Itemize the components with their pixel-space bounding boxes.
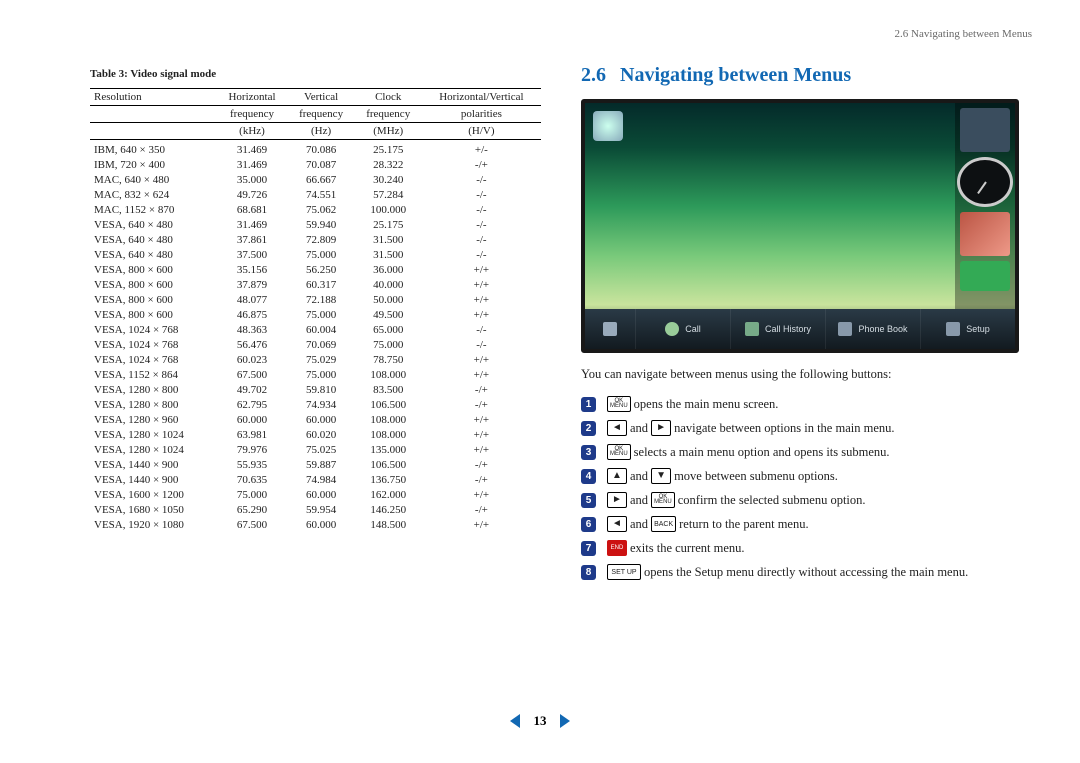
recycle-bin-icon	[593, 111, 623, 141]
table-row: VESA, 1280 × 80062.79574.934106.500-/+	[90, 398, 541, 413]
table-row: VESA, 1600 × 120075.00060.000162.000+/+	[90, 488, 541, 503]
th-vfreq: Vertical	[288, 89, 355, 106]
menu-dock: Call Call History Phone Book Setup	[585, 309, 1015, 349]
step-4: 4 ▲ and ▼ move between submenu options.	[581, 468, 1032, 484]
step-badge: 7	[581, 541, 596, 556]
running-head: 2.6 Navigating between Menus	[895, 28, 1032, 40]
back-key-icon: BACK	[651, 516, 676, 532]
left-key-icon: ◄	[607, 420, 627, 436]
end-key-icon: END	[607, 540, 627, 556]
step-7: 7 END exits the current menu.	[581, 540, 1032, 556]
sidebar-gadgets	[955, 103, 1015, 309]
screenshot-figure: Call Call History Phone Book Setup	[581, 99, 1019, 353]
steps-list: 1 OKMENU opens the main menu screen. 2 ◄…	[581, 396, 1032, 580]
setup-key-icon: SET UP	[607, 564, 641, 580]
next-page-icon[interactable]	[560, 714, 570, 728]
dock-history: Call History	[730, 309, 825, 349]
table-row: VESA, 1920 × 108067.50060.000148.500+/+	[90, 518, 541, 533]
weather-icon	[960, 261, 1010, 291]
step-8: 8 SET UP opens the Setup menu directly w…	[581, 564, 1032, 580]
dock-call: Call	[635, 309, 730, 349]
step-1: 1 OKMENU opens the main menu screen.	[581, 396, 1032, 412]
table-row: VESA, 1680 × 105065.29059.954146.250-/+	[90, 503, 541, 518]
step-badge: 6	[581, 517, 596, 532]
clock-icon	[957, 157, 1013, 207]
table-row: VESA, 1024 × 76856.47670.06975.000-/-	[90, 338, 541, 353]
dock-home	[585, 309, 635, 349]
step-6: 6 ◄ and BACK return to the parent menu.	[581, 516, 1032, 532]
th-clock: Clock	[355, 89, 422, 106]
section-name: Navigating between Menus	[620, 64, 851, 86]
right-key-icon: ►	[651, 420, 671, 436]
table-row: VESA, 640 × 48031.46959.94025.175-/-	[90, 218, 541, 233]
pager: 13	[0, 712, 1080, 729]
step-5: 5 ► and OKMENU confirm the selected subm…	[581, 492, 1032, 508]
ok-menu-key-icon: OKMENU	[607, 444, 631, 460]
table-row: VESA, 1024 × 76860.02375.02978.750+/+	[90, 353, 541, 368]
table-row: VESA, 1280 × 96060.00060.000108.000+/+	[90, 413, 541, 428]
ok-menu-key-icon: OKMENU	[651, 492, 675, 508]
phone-icon	[665, 322, 679, 336]
th-hfreq: Horizontal	[216, 89, 287, 106]
step-2: 2 ◄ and ► navigate between options in th…	[581, 420, 1032, 436]
step-badge: 1	[581, 397, 596, 412]
table-row: VESA, 800 × 60046.87575.00049.500+/+	[90, 308, 541, 323]
table-row: VESA, 640 × 48037.86172.80931.500-/-	[90, 233, 541, 248]
step-badge: 3	[581, 445, 596, 460]
setup-icon	[946, 322, 960, 336]
step-3: 3 OKMENU selects a main menu option and …	[581, 444, 1032, 460]
up-key-icon: ▲	[607, 468, 627, 484]
table-row: VESA, 1152 × 86467.50075.000108.000+/+	[90, 368, 541, 383]
table-row: MAC, 640 × 48035.00066.66730.240-/-	[90, 173, 541, 188]
section-title: 2.6 Navigating between Menus	[581, 64, 1032, 87]
left-key-icon: ◄	[607, 516, 627, 532]
gadget-icon	[960, 108, 1010, 152]
th-resolution: Resolution	[90, 89, 216, 106]
table-row: VESA, 1440 × 90055.93559.887106.500-/+	[90, 458, 541, 473]
table-row: IBM, 640 × 35031.46970.08625.175+/-	[90, 140, 541, 158]
ok-menu-key-icon: OKMENU	[607, 396, 631, 412]
table-row: VESA, 800 × 60048.07772.18850.000+/+	[90, 293, 541, 308]
picture-icon	[960, 212, 1010, 256]
dock-phonebook: Phone Book	[825, 309, 920, 349]
left-column: Table 3: Video signal mode Resolution Ho…	[90, 30, 541, 588]
table-row: IBM, 720 × 40031.46970.08728.322-/+	[90, 158, 541, 173]
step-badge: 4	[581, 469, 596, 484]
section-number: 2.6	[581, 64, 606, 86]
table-row: VESA, 800 × 60035.15656.25036.000+/+	[90, 263, 541, 278]
table-row: MAC, 832 × 62449.72674.55157.284-/-	[90, 188, 541, 203]
dock-setup: Setup	[920, 309, 1015, 349]
th-pol: Horizontal/Vertical	[422, 89, 541, 106]
book-icon	[838, 322, 852, 336]
table-row: VESA, 1280 × 102479.97675.025135.000+/+	[90, 443, 541, 458]
page-number: 13	[534, 713, 547, 728]
table-row: VESA, 1280 × 102463.98160.020108.000+/+	[90, 428, 541, 443]
history-icon	[745, 322, 759, 336]
down-key-icon: ▼	[651, 468, 671, 484]
table-caption: Table 3: Video signal mode	[90, 68, 541, 80]
prev-page-icon[interactable]	[510, 714, 520, 728]
table-row: VESA, 1024 × 76848.36360.00465.000-/-	[90, 323, 541, 338]
table-row: MAC, 1152 × 87068.68175.062100.000-/-	[90, 203, 541, 218]
table-row: VESA, 640 × 48037.50075.00031.500-/-	[90, 248, 541, 263]
intro-text: You can navigate between menus using the…	[581, 367, 1032, 382]
step-badge: 8	[581, 565, 596, 580]
home-icon	[603, 322, 617, 336]
video-signal-table: Resolution Horizontal Vertical Clock Hor…	[90, 88, 541, 533]
right-column: 2.6 Navigating between Menus Call Call Hi…	[581, 30, 1032, 588]
step-badge: 2	[581, 421, 596, 436]
table-row: VESA, 1280 × 80049.70259.81083.500-/+	[90, 383, 541, 398]
step-badge: 5	[581, 493, 596, 508]
table-row: VESA, 1440 × 90070.63574.984136.750-/+	[90, 473, 541, 488]
right-key-icon: ►	[607, 492, 627, 508]
table-row: VESA, 800 × 60037.87960.31740.000+/+	[90, 278, 541, 293]
